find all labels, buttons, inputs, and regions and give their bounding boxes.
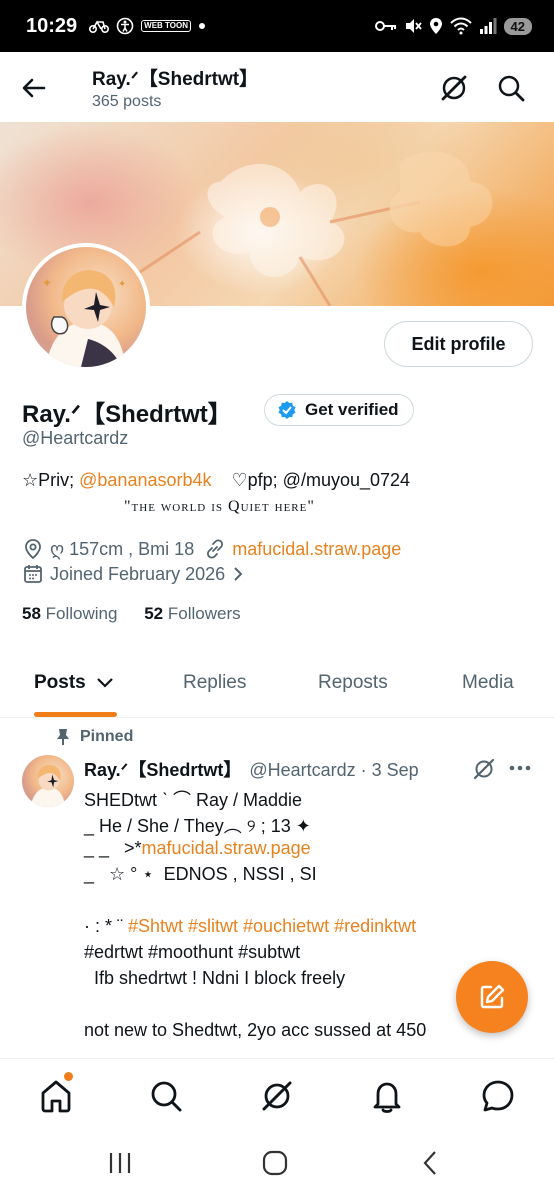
- bio-suffix: ♡pfp; @/muyou_0724: [211, 470, 411, 490]
- bicycle-icon: [89, 20, 110, 33]
- tab-media[interactable]: Media: [462, 672, 514, 694]
- more-options-icon[interactable]: [508, 760, 532, 776]
- profile-location: ღ 157cm , Bmi 18: [50, 538, 195, 559]
- chevron-down-icon: [97, 678, 113, 688]
- pinned-label: Pinned: [80, 728, 134, 745]
- messages-icon[interactable]: [479, 1077, 517, 1115]
- calendar-icon: [24, 565, 42, 583]
- tweet-text-line: SHEDtwt ˋ ⌒ Ray / Maddie: [84, 790, 303, 810]
- tab-replies[interactable]: Replies: [183, 672, 246, 694]
- battery-indicator: 42: [503, 17, 532, 35]
- tweet-author-name[interactable]: Ray.ᐟ【Shedrtwt】: [84, 760, 241, 780]
- tweet-header: Ray.ᐟ【Shedrtwt】 @Heartcardz · 3 Sep: [84, 756, 419, 782]
- get-verified-button[interactable]: Get verified: [264, 394, 414, 426]
- following-label: Following: [45, 604, 118, 623]
- back-arrow-icon[interactable]: [18, 72, 50, 104]
- profile-meta-row: ღ 157cm , Bmi 18 mafucidal.straw.page: [22, 538, 401, 560]
- tweet-text-line: Ifb shedrtwt ! Ndni I block freely: [84, 968, 346, 988]
- accessibility-icon: [116, 17, 134, 35]
- profile-tabs: Posts Replies Reposts Media: [0, 660, 554, 718]
- key-icon: [374, 21, 396, 31]
- compose-icon: [480, 984, 505, 1009]
- display-name: Ray.ᐟ【Shedrtwt】: [22, 401, 232, 428]
- status-right-icons: 42: [374, 17, 532, 35]
- following-link[interactable]: 58 Following: [22, 604, 117, 623]
- status-time: 10:29: [26, 14, 78, 37]
- tweet-hashtags[interactable]: #Shtwt #slitwt #ouchietwt #redinktwt: [128, 916, 416, 936]
- location-icon: [429, 18, 442, 34]
- active-tab-indicator: [34, 712, 117, 717]
- link-icon: [207, 539, 224, 559]
- system-navigation-bar: [0, 1134, 554, 1200]
- tweet-text-line: _ He / She / They︵ ୨ ; 13 ✦: [84, 816, 311, 836]
- tweet-text-line: · : * ¨ #Shtwt #slitwt #ouchietwt #redin…: [84, 916, 416, 937]
- tweet-text-line: _ ☆ ° ⋆ EDNOS , NSSI , SI: [84, 864, 317, 884]
- svg-text:✦: ✦: [42, 276, 52, 290]
- wifi-icon: [449, 17, 472, 35]
- location-pin-icon: [25, 539, 41, 560]
- verified-badge-icon: [278, 401, 296, 419]
- follow-stats: 58 Following 52 Followers: [22, 604, 241, 624]
- grok-icon[interactable]: [258, 1077, 296, 1115]
- webtoon-icon: WEB TOON: [141, 20, 192, 32]
- header-title: Ray.ᐟ【Shedrtwt】: [92, 69, 259, 90]
- tweet-avatar[interactable]: [22, 755, 74, 807]
- pin-icon: [57, 729, 69, 745]
- edit-profile-button[interactable]: Edit profile: [384, 321, 533, 367]
- grok-icon[interactable]: [472, 757, 496, 781]
- search-icon[interactable]: [147, 1077, 185, 1115]
- bottom-navigation: [0, 1058, 554, 1134]
- tab-posts[interactable]: Posts: [34, 672, 115, 694]
- profile-handle: @Heartcardz: [22, 428, 129, 448]
- chevron-right-icon: [234, 567, 243, 581]
- tweet-text-line: _ _ >*mafucidal.straw.page: [84, 838, 311, 859]
- grok-icon[interactable]: [438, 72, 470, 104]
- followers-link[interactable]: 52 Followers: [144, 604, 240, 623]
- profile-joined-date: Joined February 2026: [50, 563, 226, 584]
- back-button-icon[interactable]: [418, 1150, 444, 1176]
- status-left-icons: WEB TOON: [89, 17, 206, 35]
- profile-joined-row[interactable]: Joined February 2026: [22, 563, 245, 585]
- pinned-indicator: Pinned: [56, 728, 133, 746]
- mute-icon: [405, 19, 422, 33]
- compose-post-button[interactable]: [456, 961, 528, 1033]
- search-icon[interactable]: [495, 72, 527, 104]
- following-count: 58: [22, 604, 41, 623]
- tweet-text-prefix: _ _ >*: [84, 838, 142, 858]
- profile-header: Ray.ᐟ【Shedrtwt】 365 posts: [0, 52, 554, 122]
- bio-quote: "the world is Quiet here": [124, 498, 315, 515]
- home-icon[interactable]: [37, 1077, 75, 1115]
- followers-label: Followers: [167, 604, 241, 623]
- tweet-text-line: not new to Shedtwt, 2yo acc sussed at 45…: [84, 1020, 427, 1040]
- svg-text:✦: ✦: [118, 279, 126, 290]
- notification-dot: [64, 1072, 73, 1081]
- tweet-hashtags[interactable]: #edrtwt #moothunt #subtwt: [84, 942, 300, 963]
- tab-reposts[interactable]: Reposts: [318, 672, 388, 694]
- status-bar: 10:29 WEB TOON 42: [0, 0, 554, 52]
- recent-apps-icon[interactable]: [107, 1150, 133, 1176]
- notifications-bell-icon[interactable]: [368, 1077, 406, 1115]
- dot-icon: [199, 23, 206, 29]
- tweet-text-prefix: · : * ¨: [84, 916, 128, 936]
- signal-icon: [479, 18, 497, 34]
- bio-mention-link[interactable]: @bananasorb4k: [79, 470, 211, 490]
- get-verified-label: Get verified: [305, 400, 399, 419]
- post-count: 365 posts: [92, 93, 162, 110]
- tweet-link[interactable]: mafucidal.straw.page: [142, 838, 311, 858]
- tweet-meta: @Heartcardz · 3 Sep: [249, 760, 419, 780]
- home-button-icon[interactable]: [262, 1150, 288, 1176]
- tab-posts-label: Posts: [34, 672, 86, 693]
- profile-avatar[interactable]: ✦ ✦: [22, 243, 150, 371]
- bio-prefix: ☆Priv;: [22, 470, 80, 490]
- followers-count: 52: [144, 604, 164, 623]
- bio-line: ☆Priv; @bananasorb4k ♡pfp; @/muyou_0724: [22, 470, 410, 491]
- profile-website-link[interactable]: mafucidal.straw.page: [232, 539, 401, 560]
